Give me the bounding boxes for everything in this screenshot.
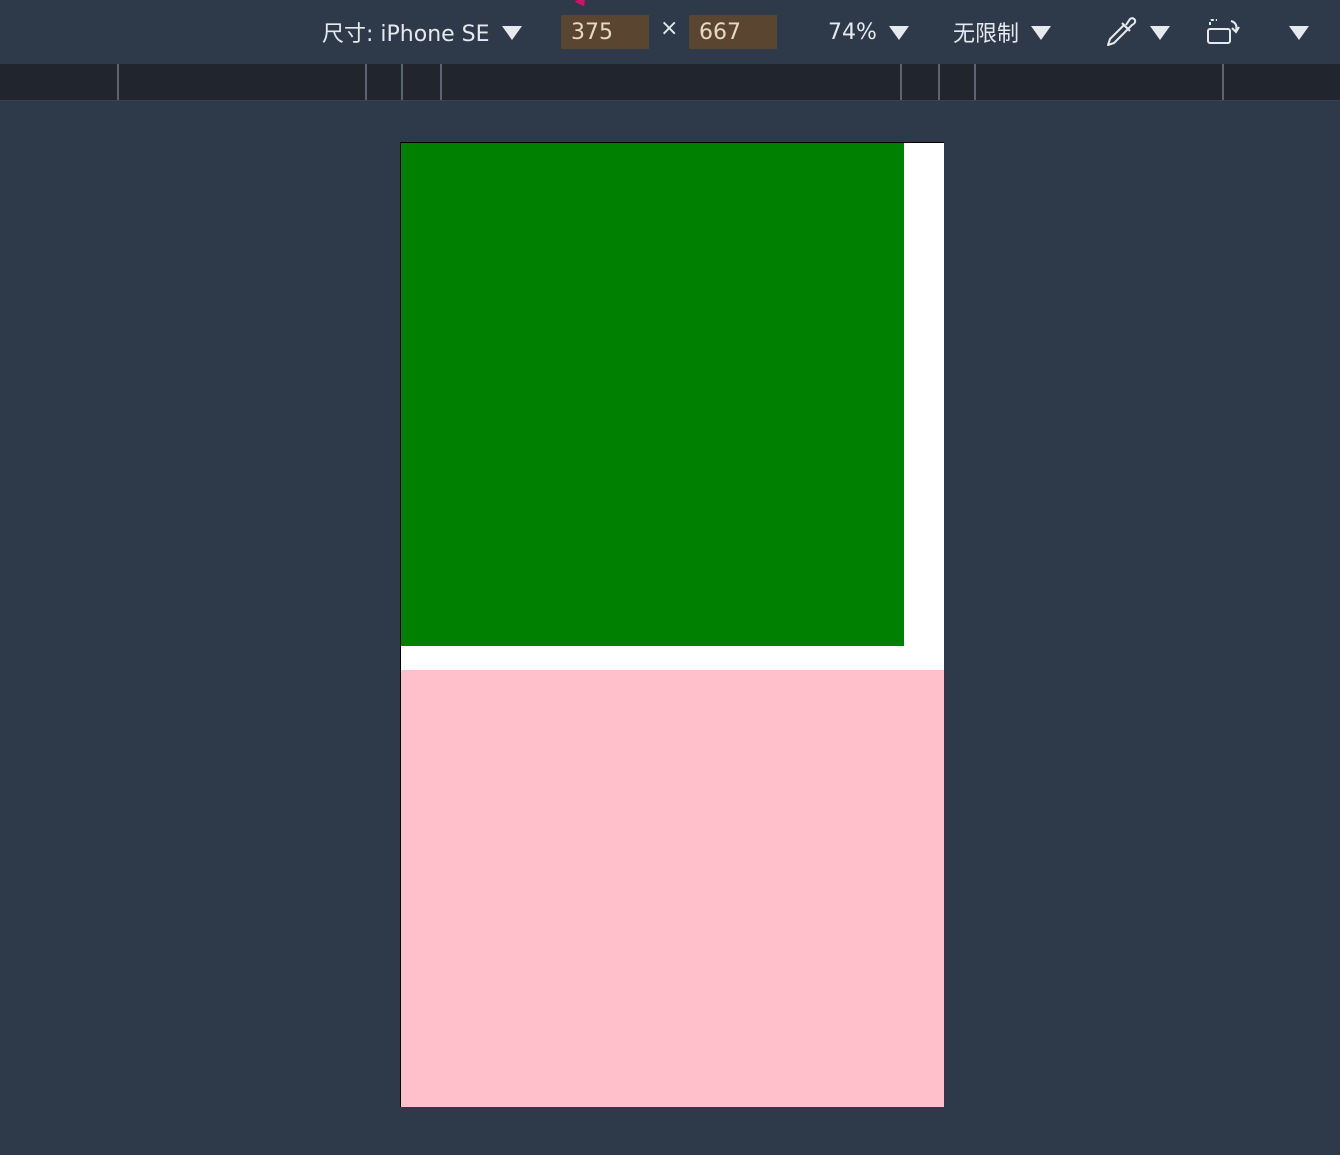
media-query-tick	[440, 64, 442, 100]
eyedropper-icon	[1107, 17, 1137, 46]
device-viewport[interactable]	[400, 142, 944, 1107]
media-query-tick	[1222, 64, 1224, 100]
rotate-device-icon	[1207, 19, 1240, 44]
media-query-tick	[117, 64, 119, 100]
responsive-design-mode: 尺寸: iPhone SE × 74% 无限制	[0, 0, 1340, 1155]
device-select-label: 尺寸: iPhone SE	[322, 22, 490, 47]
green-box	[401, 143, 904, 646]
chevron-down-icon	[888, 26, 909, 40]
media-query-tick	[900, 64, 902, 100]
media-query-tick	[974, 64, 976, 100]
chevron-down-icon	[501, 26, 522, 40]
throttle-select-label: 无限制	[953, 22, 1020, 47]
media-query-tick	[401, 64, 403, 100]
chevron-down-icon	[1289, 26, 1309, 40]
media-query-tick	[365, 64, 367, 100]
eyedropper-button[interactable]	[1104, 14, 1170, 50]
mouse-cursor-icon	[574, 0, 590, 10]
throttle-select[interactable]: 无限制	[953, 14, 1052, 50]
zoom-select-label: 74%	[828, 19, 877, 45]
device-toolbar: 尺寸: iPhone SE × 74% 无限制	[0, 0, 1340, 65]
more-options-button[interactable]	[1277, 14, 1309, 50]
media-query-bar[interactable]	[0, 64, 1340, 101]
chevron-down-icon	[1031, 26, 1052, 40]
media-query-tick	[938, 64, 940, 100]
width-input[interactable]	[561, 15, 649, 49]
pink-box	[401, 670, 944, 1107]
chevron-down-icon	[1150, 26, 1170, 40]
device-select[interactable]: 尺寸: iPhone SE	[322, 14, 522, 50]
dimension-separator: ×	[660, 16, 679, 41]
zoom-select[interactable]: 74%	[828, 14, 909, 50]
height-input[interactable]	[689, 15, 777, 49]
rotate-button[interactable]	[1205, 14, 1241, 50]
